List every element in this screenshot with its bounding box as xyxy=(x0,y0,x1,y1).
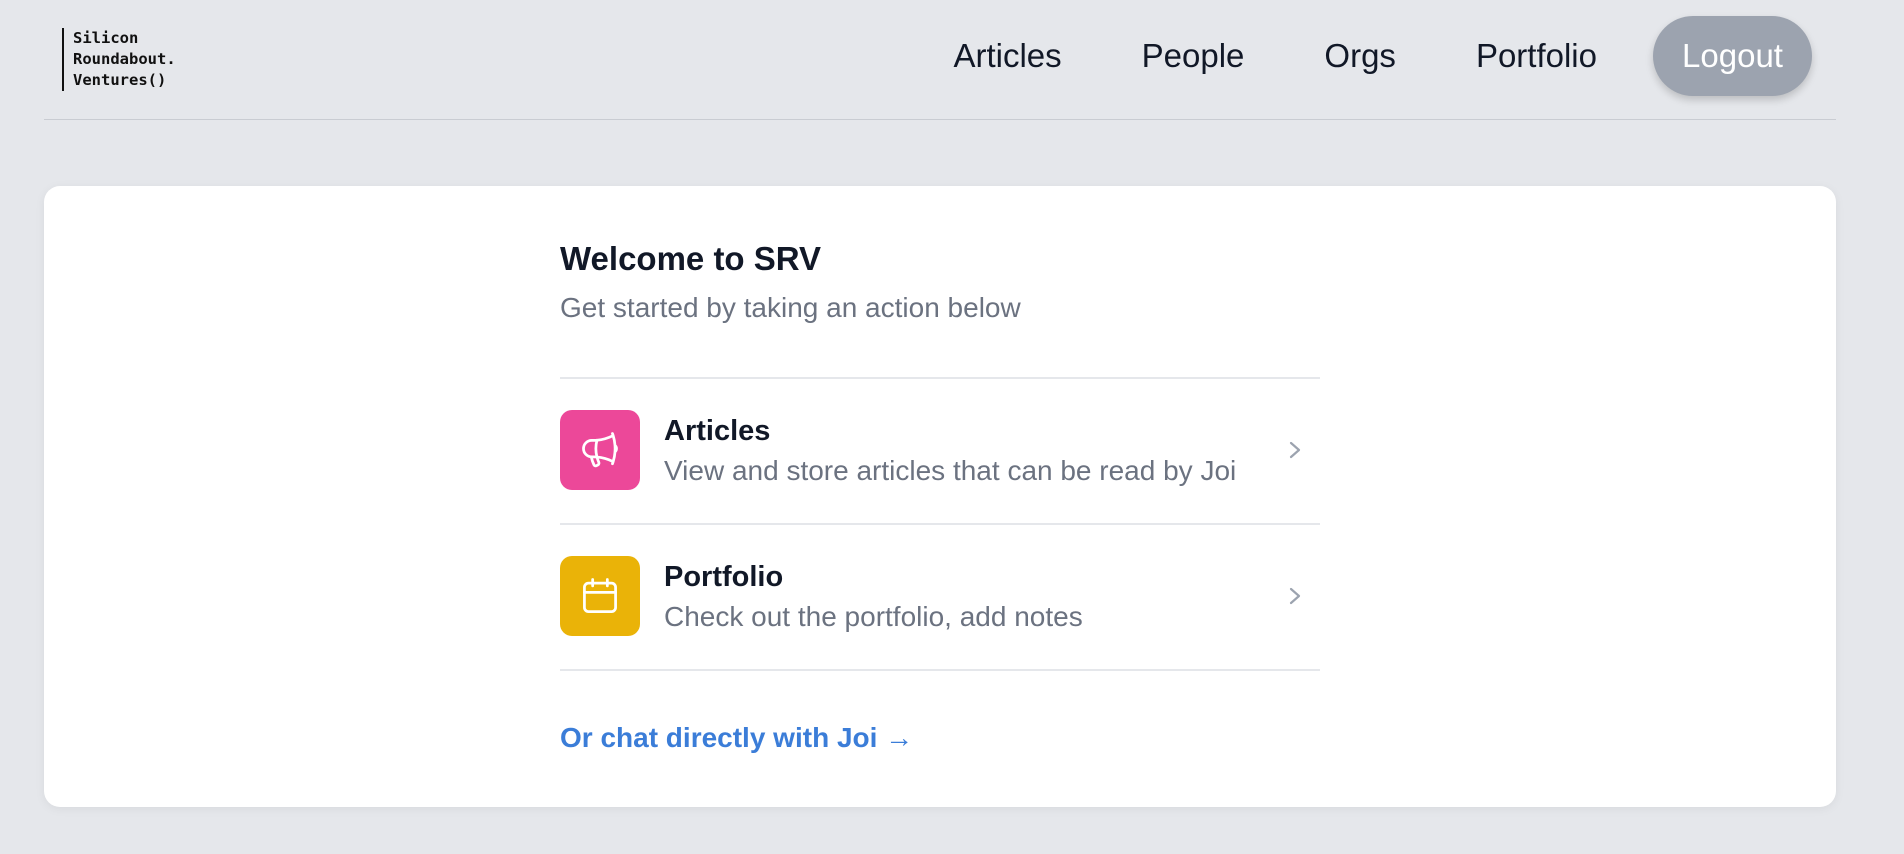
top-header: Silicon Roundabout. Ventures() Articles … xyxy=(44,0,1836,120)
nav-link-orgs[interactable]: Orgs xyxy=(1324,37,1396,75)
calendar-icon xyxy=(560,556,640,636)
page-title: Welcome to SRV xyxy=(560,240,822,277)
logout-button[interactable]: Logout xyxy=(1653,16,1812,96)
action-title-portfolio: Portfolio xyxy=(664,561,784,593)
chevron-right-icon xyxy=(1289,587,1301,605)
main-nav: Articles People Orgs Portfolio Logout xyxy=(953,16,1812,96)
megaphone-icon xyxy=(560,410,640,490)
chevron-right-icon xyxy=(1289,441,1301,459)
nav-link-people[interactable]: People xyxy=(1142,37,1245,75)
logo-line-2: Roundabout. xyxy=(73,50,176,68)
page-subtitle: Get started by taking an action below xyxy=(560,292,1021,323)
action-title-articles: Articles xyxy=(664,415,771,447)
nav-link-articles[interactable]: Articles xyxy=(953,37,1061,75)
action-item-portfolio[interactable]: Portfolio Check out the portfolio, add n… xyxy=(560,525,1320,671)
action-description-portfolio: Check out the portfolio, add notes xyxy=(664,601,1083,632)
action-description-articles: View and store articles that can be read… xyxy=(664,455,1237,486)
action-list: Articles View and store articles that ca… xyxy=(560,377,1320,671)
logo[interactable]: Silicon Roundabout. Ventures() xyxy=(62,28,176,91)
welcome-card: Welcome to SRV Get started by taking an … xyxy=(44,186,1836,807)
logo-line-3: Ventures() xyxy=(73,71,167,89)
chat-with-joi-link[interactable]: Or chat directly with Joi → xyxy=(560,722,913,754)
action-item-articles[interactable]: Articles View and store articles that ca… xyxy=(560,379,1320,525)
nav-link-portfolio[interactable]: Portfolio xyxy=(1476,37,1597,75)
logo-line-1: Silicon xyxy=(73,29,139,47)
